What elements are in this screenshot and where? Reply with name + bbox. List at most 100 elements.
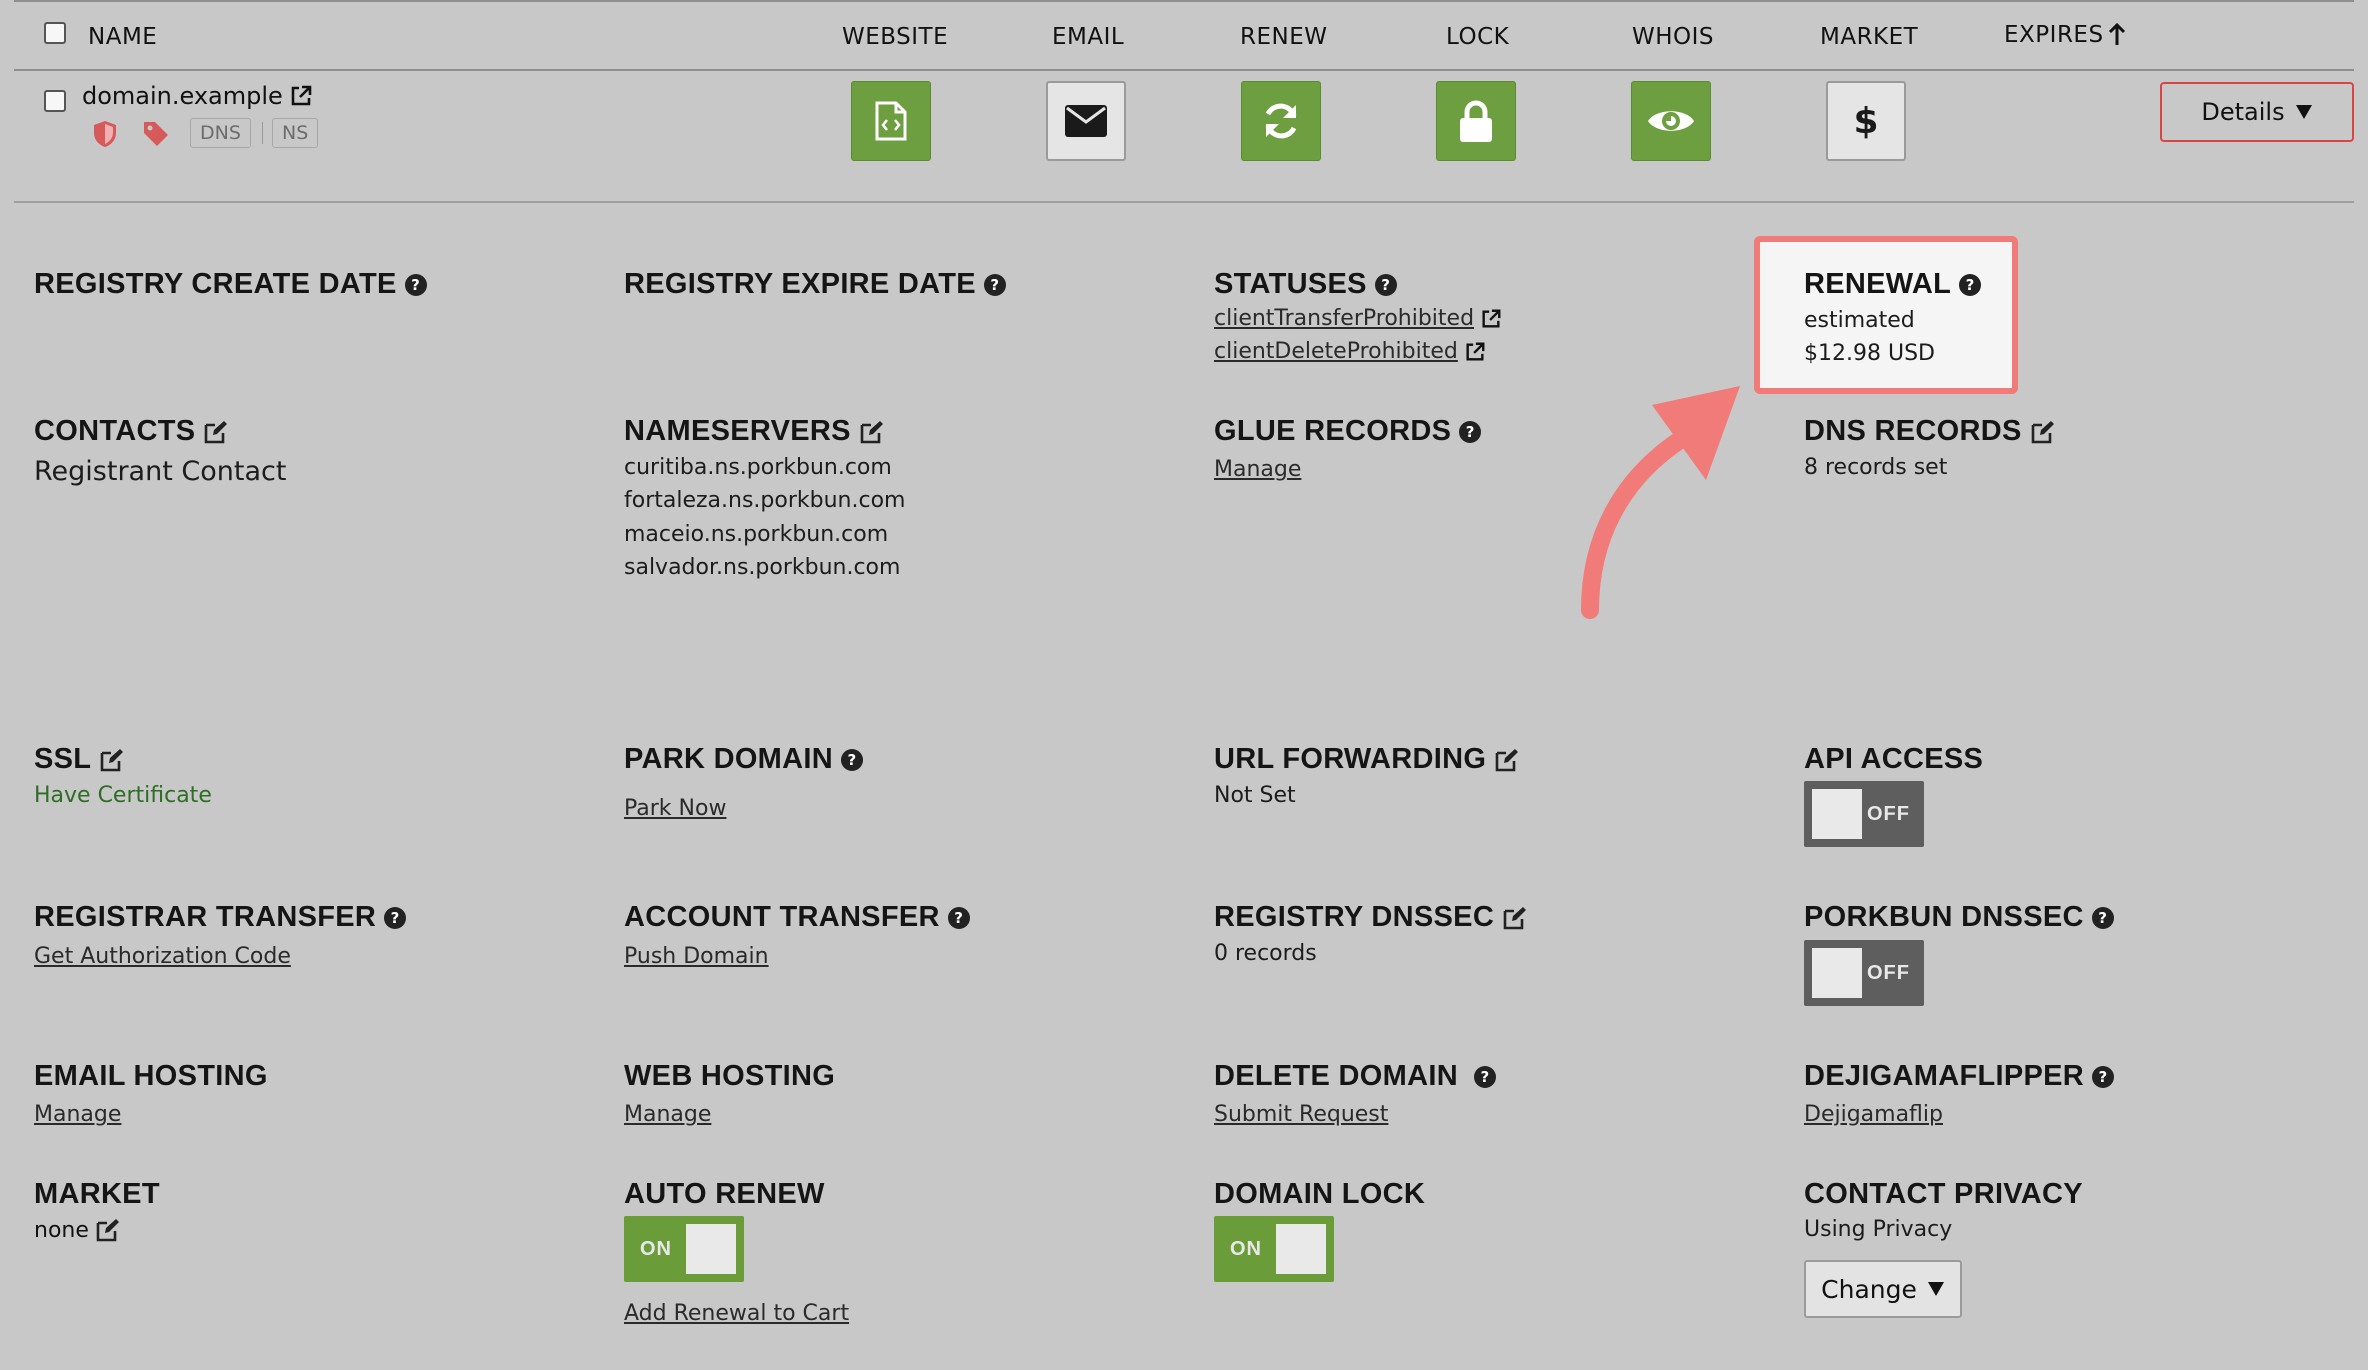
col-email: EMAIL bbox=[1052, 24, 1125, 50]
help-icon[interactable]: ? bbox=[1374, 273, 1397, 296]
nameservers-title: NAMESERVERS bbox=[624, 415, 851, 447]
market-title: MARKET bbox=[34, 1178, 160, 1210]
help-icon[interactable]: ? bbox=[2092, 1065, 2115, 1088]
edit-icon[interactable] bbox=[2030, 419, 2056, 445]
external-link-icon[interactable] bbox=[1464, 341, 1486, 363]
status-link[interactable]: clientTransferProhibited bbox=[1214, 306, 1474, 331]
park-domain-heading: PARK DOMAIN? bbox=[624, 743, 863, 776]
glue-records-manage-link[interactable]: Manage bbox=[1214, 457, 1301, 482]
ssl-status: Have Certificate bbox=[34, 783, 212, 808]
lock-button[interactable] bbox=[1436, 81, 1516, 161]
account-transfer-heading: ACCOUNT TRANSFER? bbox=[624, 901, 970, 934]
edit-icon[interactable] bbox=[859, 419, 885, 445]
web-hosting-heading: WEB HOSTING bbox=[624, 1060, 835, 1093]
park-domain-title: PARK DOMAIN bbox=[624, 743, 833, 775]
dollar-icon: $ bbox=[1853, 100, 1879, 142]
dns-tag[interactable]: DNS bbox=[190, 118, 251, 148]
change-privacy-button[interactable]: Change bbox=[1804, 1260, 1962, 1318]
porkbun-dnssec-toggle[interactable]: OFF bbox=[1804, 940, 1924, 1006]
url-forwarding-heading: URL FORWARDING bbox=[1214, 743, 1520, 776]
col-name[interactable]: NAME bbox=[88, 24, 157, 50]
col-expires[interactable]: EXPIRES bbox=[2004, 22, 2126, 48]
tag-separator bbox=[262, 122, 263, 144]
market-value: none bbox=[34, 1217, 89, 1243]
website-button[interactable] bbox=[851, 81, 931, 161]
external-link-icon[interactable] bbox=[1480, 308, 1502, 330]
park-now-link[interactable]: Park Now bbox=[624, 796, 726, 821]
dns-records-value: 8 records set bbox=[1804, 455, 1948, 480]
details-button[interactable]: Details bbox=[2160, 82, 2354, 142]
ssl-title: SSL bbox=[34, 743, 92, 775]
auto-renew-toggle[interactable]: ON bbox=[624, 1216, 744, 1282]
row-checkbox[interactable] bbox=[44, 90, 66, 112]
toggle-knob bbox=[1812, 948, 1862, 998]
market-heading: MARKET bbox=[34, 1178, 160, 1211]
help-icon[interactable]: ? bbox=[1473, 1065, 1496, 1088]
delete-domain-heading: DELETE DOMAIN? bbox=[1214, 1060, 1496, 1093]
nameserver-item: salvador.ns.porkbun.com bbox=[624, 555, 901, 580]
whois-button[interactable] bbox=[1631, 81, 1711, 161]
renew-button[interactable] bbox=[1241, 81, 1321, 161]
help-icon[interactable]: ? bbox=[404, 273, 427, 296]
delete-domain-title: DELETE DOMAIN bbox=[1214, 1060, 1458, 1092]
registry-create-date-title: REGISTRY CREATE DATE bbox=[34, 268, 397, 300]
col-market: MARKET bbox=[1820, 24, 1919, 50]
help-icon[interactable]: ? bbox=[2091, 906, 2114, 929]
renewal-price: $12.98 USD bbox=[1804, 341, 1935, 366]
external-link-icon[interactable] bbox=[289, 84, 313, 108]
status-item[interactable]: clientDeleteProhibited bbox=[1214, 339, 1486, 364]
select-all-checkbox[interactable] bbox=[44, 22, 66, 44]
api-access-toggle[interactable]: OFF bbox=[1804, 781, 1924, 847]
nameserver-item: maceio.ns.porkbun.com bbox=[624, 522, 889, 547]
details-label: Details bbox=[2201, 98, 2285, 126]
nameserver-item: curitiba.ns.porkbun.com bbox=[624, 455, 892, 480]
edit-icon[interactable] bbox=[203, 419, 229, 445]
submit-request-link[interactable]: Submit Request bbox=[1214, 1102, 1388, 1127]
help-icon[interactable]: ? bbox=[384, 906, 407, 929]
market-value-row: none bbox=[34, 1217, 121, 1243]
add-renewal-to-cart-link[interactable]: Add Renewal to Cart bbox=[624, 1301, 849, 1326]
toggle-knob bbox=[1812, 789, 1862, 839]
tag-icon[interactable] bbox=[142, 120, 170, 146]
edit-icon[interactable] bbox=[1502, 905, 1528, 931]
contacts-value[interactable]: Registrant Contact bbox=[34, 456, 286, 487]
ns-tag[interactable]: NS bbox=[272, 118, 319, 148]
contacts-heading: CONTACTS bbox=[34, 415, 229, 448]
contacts-title: CONTACTS bbox=[34, 415, 196, 447]
toggle-state: ON bbox=[640, 1238, 672, 1260]
url-forwarding-value: Not Set bbox=[1214, 783, 1296, 808]
edit-icon[interactable] bbox=[99, 747, 125, 773]
status-link[interactable]: clientDeleteProhibited bbox=[1214, 339, 1458, 364]
dejigamaflip-link[interactable]: Dejigamaflip bbox=[1804, 1102, 1943, 1127]
col-website: WEBSITE bbox=[842, 24, 949, 50]
lock-icon bbox=[1460, 100, 1492, 142]
domain-lock-heading: DOMAIN LOCK bbox=[1214, 1178, 1425, 1211]
registry-dnssec-value: 0 records bbox=[1214, 941, 1317, 966]
help-icon[interactable]: ? bbox=[1959, 273, 1982, 296]
api-access-title: API ACCESS bbox=[1804, 743, 1984, 775]
help-icon[interactable]: ? bbox=[983, 273, 1006, 296]
email-button[interactable] bbox=[1046, 81, 1126, 161]
glue-records-heading: GLUE RECORDS? bbox=[1214, 415, 1482, 448]
email-hosting-title: EMAIL HOSTING bbox=[34, 1060, 268, 1092]
email-hosting-manage-link[interactable]: Manage bbox=[34, 1102, 121, 1127]
get-authorization-code-link[interactable]: Get Authorization Code bbox=[34, 944, 291, 969]
auto-renew-heading: AUTO RENEW bbox=[624, 1178, 825, 1211]
edit-icon[interactable] bbox=[1494, 747, 1520, 773]
change-label: Change bbox=[1821, 1274, 1917, 1304]
dejigamaflipper-heading: DEJIGAMAFLIPPER? bbox=[1804, 1060, 2115, 1093]
push-domain-link[interactable]: Push Domain bbox=[624, 944, 769, 969]
edit-icon[interactable] bbox=[95, 1217, 121, 1243]
help-icon[interactable]: ? bbox=[947, 906, 970, 929]
toggle-knob bbox=[1276, 1224, 1326, 1274]
market-button[interactable]: $ bbox=[1826, 81, 1906, 161]
domain-name[interactable]: domain.example bbox=[82, 82, 313, 110]
help-icon[interactable]: ? bbox=[1459, 420, 1482, 443]
status-item[interactable]: clientTransferProhibited bbox=[1214, 306, 1502, 331]
web-hosting-manage-link[interactable]: Manage bbox=[624, 1102, 711, 1127]
domain-lock-toggle[interactable]: ON bbox=[1214, 1216, 1334, 1282]
help-icon[interactable]: ? bbox=[840, 748, 863, 771]
auto-renew-title: AUTO RENEW bbox=[624, 1178, 825, 1210]
shield-icon[interactable] bbox=[92, 120, 118, 148]
renewal-estimated: estimated bbox=[1804, 308, 1915, 333]
